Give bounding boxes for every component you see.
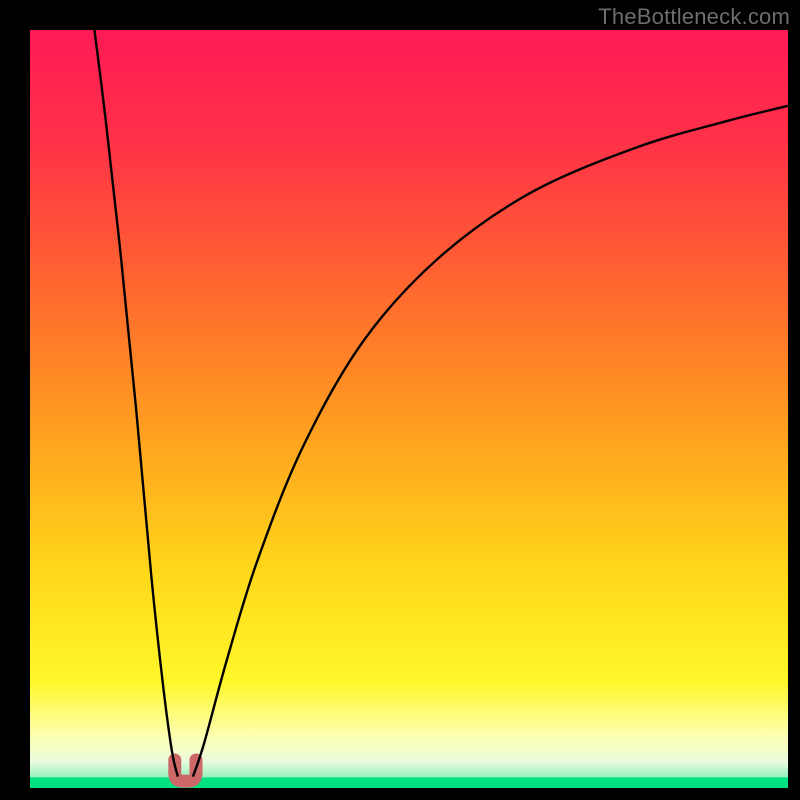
watermark-text: TheBottleneck.com bbox=[598, 4, 790, 30]
bottom-stripe bbox=[30, 777, 788, 788]
chart-svg bbox=[0, 0, 800, 800]
plot-area bbox=[30, 30, 788, 788]
chart-canvas: TheBottleneck.com bbox=[0, 0, 800, 800]
